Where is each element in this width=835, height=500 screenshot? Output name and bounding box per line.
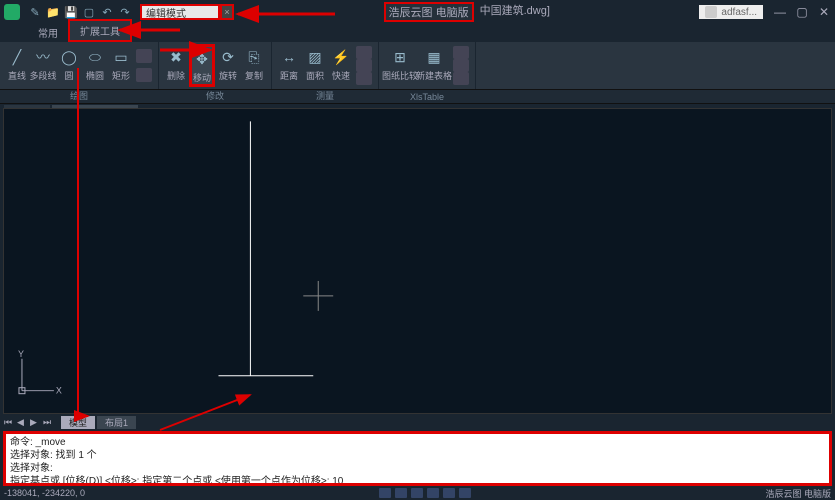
rect-icon: ▭ bbox=[110, 46, 132, 68]
circle-icon: ◯ bbox=[58, 46, 80, 68]
username: adfasf... bbox=[721, 7, 757, 18]
tab-extend-tools[interactable]: 扩展工具 bbox=[68, 19, 132, 42]
group-label-measure: 测量 bbox=[272, 89, 378, 102]
status-icon-3[interactable] bbox=[411, 488, 423, 498]
quick-button[interactable]: ⚡快速 bbox=[328, 44, 354, 87]
quick-icon: ⚡ bbox=[330, 46, 352, 68]
polyline-button[interactable]: 〰多段线 bbox=[30, 44, 56, 87]
title-center: 浩辰云图 电脑版 中国建筑.dwg] bbox=[234, 2, 699, 22]
rect-button[interactable]: ▭矩形 bbox=[108, 44, 134, 87]
distance-icon: ↔ bbox=[278, 46, 300, 68]
rotate-icon: ⟳ bbox=[217, 46, 239, 68]
ribbon-group-measure: ↔距离 ▨面积 ⚡快速 测量 bbox=[272, 42, 379, 89]
measure-small-3[interactable] bbox=[356, 72, 372, 85]
layout-tab-1[interactable]: 布局1 bbox=[97, 416, 136, 429]
command-line[interactable]: 命令: _move 选择对象: 找到 1 个 选择对象: 指定基点或 [位移(D… bbox=[3, 431, 832, 486]
status-icon-2[interactable] bbox=[395, 488, 407, 498]
window-controls: — ▢ ✕ bbox=[773, 5, 831, 19]
cmd-line-4: 指定基点或 [位移(D)] <位移>: 指定第二个点或 <使用第一个点作为位移>… bbox=[10, 475, 825, 486]
compare-small-2[interactable] bbox=[453, 59, 469, 72]
layout-tabs: ⏮ ◀ ▶ ⏭ 模型 布局1 bbox=[0, 415, 835, 430]
open-icon[interactable]: 📁 bbox=[46, 5, 60, 19]
copy-icon: ⎘ bbox=[243, 46, 265, 68]
delete-button[interactable]: ✖删除 bbox=[163, 44, 189, 87]
status-icons bbox=[379, 488, 471, 498]
tab-common[interactable]: 常用 bbox=[28, 23, 68, 42]
status-icon-6[interactable] bbox=[459, 488, 471, 498]
compare-small-3[interactable] bbox=[453, 72, 469, 85]
group-label-modify: 修改 bbox=[159, 89, 271, 102]
app-logo-icon bbox=[4, 4, 20, 20]
line-button[interactable]: ╱直线 bbox=[4, 44, 30, 87]
close-button[interactable]: ✕ bbox=[817, 5, 831, 19]
cmd-line-1: 命令: _move bbox=[10, 436, 825, 449]
brand-label: 浩辰云图 电脑版 bbox=[384, 2, 474, 22]
distance-button[interactable]: ↔距离 bbox=[276, 44, 302, 87]
cmd-line-2: 选择对象: 找到 1 个 bbox=[10, 449, 825, 462]
layout-nav: ⏮ ◀ ▶ ⏭ bbox=[4, 417, 53, 428]
group-label-draw: 绘图 bbox=[0, 89, 158, 102]
status-icon-5[interactable] bbox=[443, 488, 455, 498]
move-button[interactable]: ✥移动 bbox=[189, 44, 215, 87]
user-icon bbox=[705, 6, 717, 18]
layout-first-icon[interactable]: ⏮ bbox=[4, 417, 14, 428]
ribbon: ╱直线 〰多段线 ◯圆 ⬭椭圆 ▭矩形 绘图 ✖删除 ✥移动 ⟳旋转 ⎘复制 修… bbox=[0, 42, 835, 90]
layout-tab-model[interactable]: 模型 bbox=[61, 416, 95, 429]
drawing-canvas[interactable]: X Y bbox=[3, 108, 832, 414]
dwg-compare-button[interactable]: ⊞图纸比较 bbox=[383, 44, 417, 87]
measure-more bbox=[354, 44, 374, 87]
copy-button[interactable]: ⎘复制 bbox=[241, 44, 267, 87]
new-table-button[interactable]: ▦新建表格 bbox=[417, 44, 451, 87]
undo-icon[interactable]: ↶ bbox=[100, 5, 114, 19]
cmd-line-3: 选择对象: bbox=[10, 462, 825, 475]
layout-last-icon[interactable]: ⏭ bbox=[43, 417, 53, 428]
measure-small-2[interactable] bbox=[356, 59, 372, 72]
ribbon-group-compare: ⊞图纸比较 ▦新建表格 XlsTable bbox=[379, 42, 476, 89]
ribbon-tabs: 常用 扩展工具 bbox=[0, 24, 835, 42]
compare-small-1[interactable] bbox=[453, 46, 469, 59]
ellipse-icon: ⬭ bbox=[84, 46, 106, 68]
move-icon: ✥ bbox=[191, 49, 213, 70]
status-icon-1[interactable] bbox=[379, 488, 391, 498]
layout-next-icon[interactable]: ▶ bbox=[30, 417, 40, 428]
minimize-button[interactable]: — bbox=[773, 5, 787, 19]
area-button[interactable]: ▨面积 bbox=[302, 44, 328, 87]
search-mode-box[interactable]: 编辑模式 bbox=[140, 4, 220, 20]
draw-small-1[interactable] bbox=[136, 49, 152, 63]
status-right: 浩辰云图 电脑版 bbox=[765, 487, 831, 500]
ellipse-button[interactable]: ⬭椭圆 bbox=[82, 44, 108, 87]
redo-icon[interactable]: ↷ bbox=[118, 5, 132, 19]
new-icon[interactable]: ✎ bbox=[28, 5, 42, 19]
delete-icon: ✖ bbox=[165, 46, 187, 68]
user-box[interactable]: adfasf... bbox=[699, 5, 763, 19]
maximize-button[interactable]: ▢ bbox=[795, 5, 809, 19]
table-icon: ▦ bbox=[423, 46, 445, 68]
save-icon[interactable]: 💾 bbox=[64, 5, 78, 19]
status-icon-4[interactable] bbox=[427, 488, 439, 498]
measure-small-1[interactable] bbox=[356, 46, 372, 59]
dwg-compare-icon: ⊞ bbox=[389, 46, 411, 68]
group-label-xls: XlsTable bbox=[379, 92, 475, 102]
file-icon[interactable]: ▢ bbox=[82, 5, 96, 19]
line-icon: ╱ bbox=[6, 46, 28, 68]
axis-x-label: X bbox=[56, 386, 62, 396]
ribbon-group-modify: ✖删除 ✥移动 ⟳旋转 ⎘复制 修改 bbox=[159, 42, 272, 89]
rotate-button[interactable]: ⟳旋转 bbox=[215, 44, 241, 87]
layout-prev-icon[interactable]: ◀ bbox=[17, 417, 27, 428]
polyline-icon: 〰 bbox=[32, 46, 54, 68]
circle-button[interactable]: ◯圆 bbox=[56, 44, 82, 87]
status-coords: -138041, -234220, 0 bbox=[4, 488, 85, 498]
draw-small-2[interactable] bbox=[136, 68, 152, 82]
doc-title: 中国建筑.dwg] bbox=[480, 2, 550, 22]
ribbon-group-draw: ╱直线 〰多段线 ◯圆 ⬭椭圆 ▭矩形 绘图 bbox=[0, 42, 159, 89]
compare-more bbox=[451, 44, 471, 87]
area-icon: ▨ bbox=[304, 46, 326, 68]
search-close-icon[interactable]: × bbox=[220, 4, 234, 20]
quick-access-toolbar: ✎ 📁 💾 ▢ ↶ ↷ bbox=[28, 5, 132, 19]
status-bar: -138041, -234220, 0 浩辰云图 电脑版 bbox=[0, 486, 835, 500]
canvas-svg: X Y bbox=[4, 109, 831, 413]
draw-more bbox=[134, 44, 154, 87]
axis-y-label: Y bbox=[18, 349, 24, 359]
